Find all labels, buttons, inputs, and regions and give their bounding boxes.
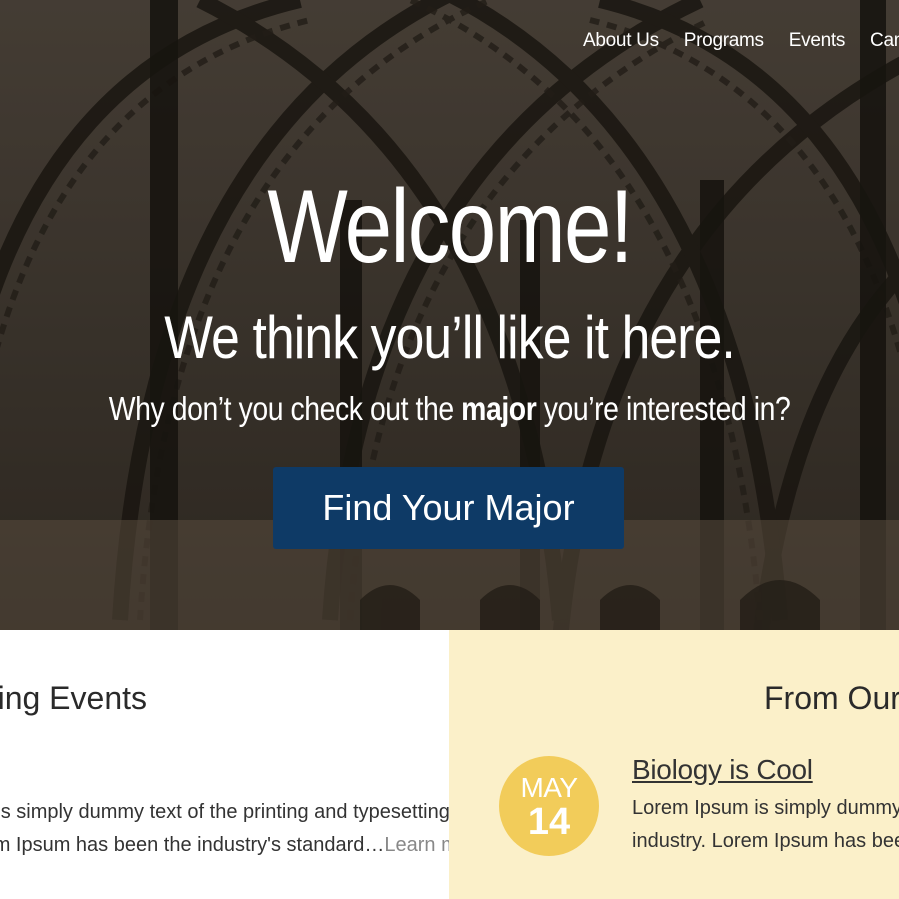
blog-excerpt-line-2: industry. Lorem Ipsum has been the indus… (632, 830, 899, 852)
blog-post-title-link[interactable]: Biology is Cool (632, 754, 813, 786)
blog-heading: From Our Blog (764, 680, 899, 716)
events-heading: Upcoming Events (0, 680, 147, 716)
nav-item-programs[interactable]: Programs (684, 30, 764, 52)
main-nav: About Us Programs Events Campus (583, 30, 899, 52)
find-your-major-button[interactable]: Find Your Major (273, 467, 624, 549)
date-month: MAY (520, 772, 578, 803)
hero-subline-major: major (461, 390, 537, 427)
event-excerpt: Lorem Ipsum is simply dummy text of the … (0, 796, 449, 862)
upcoming-events-section: Upcoming Events Lorem Ipsum is simply du… (0, 630, 449, 899)
date-badge: MAY 14 (499, 756, 599, 856)
hero-subline: Why don’t you check out the major you’re… (63, 390, 836, 428)
hero-subline-post: you’re interested in? (536, 390, 791, 427)
hero-title: Welcome! (267, 169, 633, 285)
event-excerpt-line-2: industry. Lorem Ipsum has been the indus… (0, 829, 449, 862)
blog-section: From Our Blog MAY 14 Biology is Cool Lor… (449, 630, 899, 899)
date-day: 14 (527, 801, 571, 843)
hero-section: About Us Programs Events Campus Welcome!… (0, 0, 899, 630)
blog-excerpt-line-1: Lorem Ipsum is simply dummy text of the … (632, 797, 899, 819)
learn-more-link[interactable]: Learn more (384, 834, 449, 856)
hero-subline-pre: Why don’t you check out the (108, 390, 462, 427)
event-excerpt-line-2-text: industry. Lorem Ipsum has been the indus… (0, 834, 385, 856)
hero-tagline: We think you’ll like it here. (164, 304, 735, 371)
nav-item-about-us[interactable]: About Us (583, 30, 659, 52)
event-excerpt-line-1: Lorem Ipsum is simply dummy text of the … (0, 801, 449, 823)
nav-item-campus[interactable]: Campus (870, 30, 899, 52)
blog-post-excerpt: Lorem Ipsum is simply dummy text of the … (632, 792, 899, 858)
nav-item-events[interactable]: Events (789, 30, 846, 52)
